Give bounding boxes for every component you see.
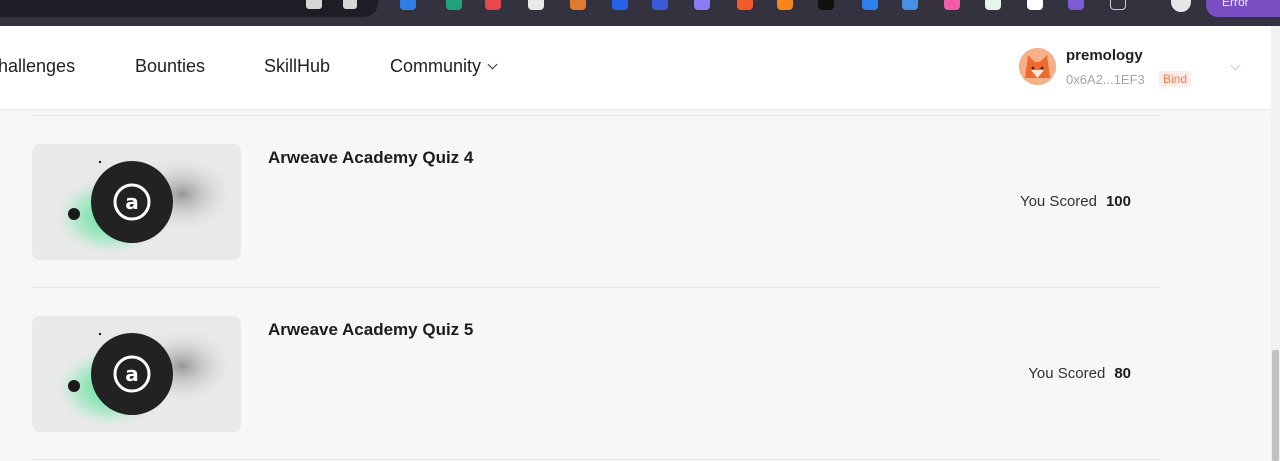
arweave-logo-letter: a xyxy=(125,190,139,214)
extension-icon[interactable] xyxy=(985,0,1001,10)
quiz-thumbnail[interactable]: a xyxy=(32,316,241,432)
extension-icon[interactable] xyxy=(818,0,834,10)
chevron-down-icon xyxy=(487,59,498,70)
extension-icon[interactable] xyxy=(446,0,462,10)
arweave-logo-letter: a xyxy=(125,362,139,386)
extension-icon[interactable] xyxy=(400,0,416,10)
extensions-puzzle-icon[interactable] xyxy=(1110,0,1126,10)
avatar[interactable] xyxy=(1019,48,1056,85)
nav-bounties[interactable]: Bounties xyxy=(135,56,205,77)
quiz-title[interactable]: Arweave Academy Quiz 5 xyxy=(268,320,473,340)
score-label: You Scored xyxy=(1019,193,1097,210)
extension-icon[interactable] xyxy=(694,0,710,10)
row-divider xyxy=(32,459,1160,460)
fox-avatar-icon xyxy=(1019,48,1056,85)
extension-icon[interactable] xyxy=(612,0,628,10)
quiz-thumbnail[interactable]: a xyxy=(32,144,241,260)
arweave-logo-icon: a xyxy=(32,144,241,260)
quiz-score: You Scored 100 xyxy=(1020,193,1131,210)
extension-icon[interactable] xyxy=(944,0,960,10)
profile-error-label: Error xyxy=(1222,0,1249,9)
address-bar[interactable] xyxy=(0,0,378,17)
arweave-logo-icon: a xyxy=(32,316,241,432)
browser-toolbar: Error xyxy=(0,0,1280,26)
extension-icon[interactable] xyxy=(862,0,878,10)
account-username: premology xyxy=(1066,47,1143,64)
bookmark-star-icon[interactable] xyxy=(343,0,357,9)
extension-icon[interactable] xyxy=(1068,0,1084,10)
profile-avatar-icon[interactable] xyxy=(1171,0,1191,12)
score-label: You Scored xyxy=(1028,365,1106,382)
score-value: 80 xyxy=(1114,365,1131,382)
bind-button[interactable]: Bind xyxy=(1159,71,1192,87)
translate-icon[interactable] xyxy=(306,0,322,9)
quiz-title[interactable]: Arweave Academy Quiz 4 xyxy=(268,148,473,168)
site-header: hallenges Bounties SkillHub Community pr… xyxy=(0,26,1271,109)
nav-challenges[interactable]: hallenges xyxy=(0,56,75,77)
wallet-address: 0x6A2...1EF3 xyxy=(1066,72,1145,87)
quiz-score: You Scored 80 xyxy=(1028,365,1131,382)
score-value: 100 xyxy=(1105,193,1131,210)
extension-icon[interactable] xyxy=(570,0,586,10)
scrollbar-thumb[interactable] xyxy=(1272,350,1279,461)
nav-community-label: Community xyxy=(390,56,482,76)
extension-icon[interactable] xyxy=(902,0,918,10)
extension-icon[interactable] xyxy=(485,0,501,10)
profile-error-button[interactable]: Error xyxy=(1206,0,1280,17)
row-divider xyxy=(32,287,1160,288)
row-divider xyxy=(32,115,1160,116)
extension-icon[interactable] xyxy=(1027,0,1043,10)
nav-community[interactable]: Community xyxy=(390,56,498,77)
extension-icon[interactable] xyxy=(528,0,544,10)
chevron-down-icon[interactable] xyxy=(1230,60,1241,71)
extension-icon[interactable] xyxy=(737,0,753,10)
extension-icon[interactable] xyxy=(652,0,668,10)
nav-skillhub[interactable]: SkillHub xyxy=(264,56,330,77)
metamask-icon[interactable] xyxy=(777,0,793,10)
